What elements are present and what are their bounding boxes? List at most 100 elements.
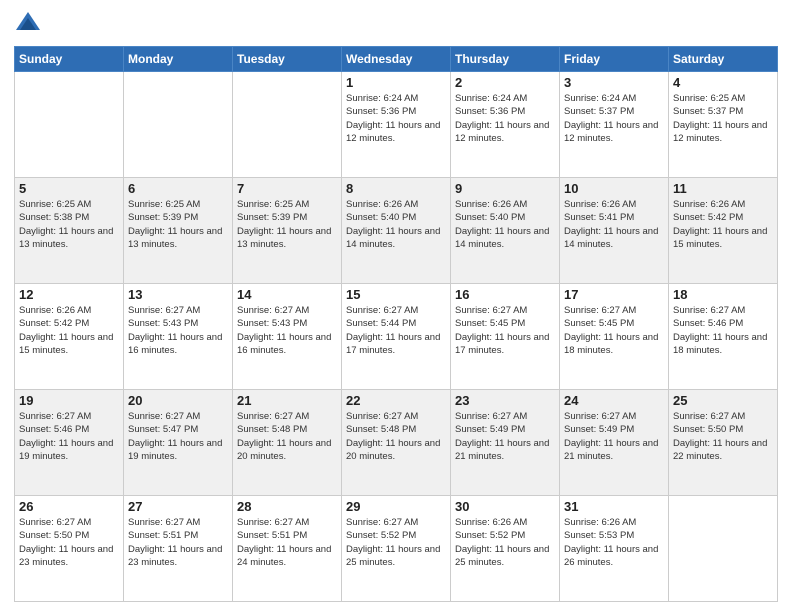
calendar-header-wednesday: Wednesday [342,47,451,72]
day-info: Sunrise: 6:24 AMSunset: 5:36 PMDaylight:… [346,92,446,145]
day-info: Sunrise: 6:26 AMSunset: 5:40 PMDaylight:… [346,198,446,251]
calendar-cell: 13 Sunrise: 6:27 AMSunset: 5:43 PMDayligh… [124,284,233,390]
calendar-cell: 21 Sunrise: 6:27 AMSunset: 5:48 PMDayligh… [233,390,342,496]
calendar-cell: 27Sunrise: 6:27 AMSunset: 5:51 PMDayligh… [124,496,233,602]
calendar-cell: 2 Sunrise: 6:24 AMSunset: 5:36 PMDaylight… [451,72,560,178]
day-number: 31 [564,499,664,514]
day-info: Sunrise: 6:25 AMSunset: 5:39 PMDaylight:… [237,198,337,251]
day-number: 7 [237,181,337,196]
day-number: 11 [673,181,773,196]
calendar-cell [669,496,778,602]
day-number: 17 [564,287,664,302]
day-info: Sunrise: 6:24 AMSunset: 5:36 PMDaylight:… [455,92,555,145]
calendar-cell [15,72,124,178]
calendar-cell: 22 Sunrise: 6:27 AMSunset: 5:48 PMDayligh… [342,390,451,496]
calendar-cell: 25 Sunrise: 6:27 AMSunset: 5:50 PMDayligh… [669,390,778,496]
header [14,10,778,38]
calendar-cell: 30Sunrise: 6:26 AMSunset: 5:52 PMDayligh… [451,496,560,602]
day-number: 24 [564,393,664,408]
calendar-cell: 28Sunrise: 6:27 AMSunset: 5:51 PMDayligh… [233,496,342,602]
calendar-cell: 24 Sunrise: 6:27 AMSunset: 5:49 PMDayligh… [560,390,669,496]
day-info: Sunrise: 6:27 AMSunset: 5:51 PMDaylight:… [128,516,228,569]
day-number: 15 [346,287,446,302]
day-number: 9 [455,181,555,196]
day-info: Sunrise: 6:27 AMSunset: 5:49 PMDaylight:… [564,410,664,463]
day-number: 25 [673,393,773,408]
calendar-cell: 1 Sunrise: 6:24 AMSunset: 5:36 PMDaylight… [342,72,451,178]
day-info: Sunrise: 6:27 AMSunset: 5:45 PMDaylight:… [455,304,555,357]
calendar-cell: 3 Sunrise: 6:24 AMSunset: 5:37 PMDaylight… [560,72,669,178]
calendar-week-row: 5 Sunrise: 6:25 AMSunset: 5:38 PMDaylight… [15,178,778,284]
day-info: Sunrise: 6:25 AMSunset: 5:38 PMDaylight:… [19,198,119,251]
day-info: Sunrise: 6:27 AMSunset: 5:43 PMDaylight:… [237,304,337,357]
calendar-header-tuesday: Tuesday [233,47,342,72]
day-info: Sunrise: 6:27 AMSunset: 5:48 PMDaylight:… [346,410,446,463]
day-info: Sunrise: 6:26 AMSunset: 5:41 PMDaylight:… [564,198,664,251]
day-info: Sunrise: 6:24 AMSunset: 5:37 PMDaylight:… [564,92,664,145]
calendar-cell: 14 Sunrise: 6:27 AMSunset: 5:43 PMDayligh… [233,284,342,390]
calendar-cell: 17 Sunrise: 6:27 AMSunset: 5:45 PMDayligh… [560,284,669,390]
calendar-header-monday: Monday [124,47,233,72]
calendar-week-row: 26Sunrise: 6:27 AMSunset: 5:50 PMDayligh… [15,496,778,602]
day-number: 20 [128,393,228,408]
day-info: Sunrise: 6:26 AMSunset: 5:53 PMDaylight:… [564,516,664,569]
calendar-cell: 31 Sunrise: 6:26 AMSunset: 5:53 PMDayligh… [560,496,669,602]
calendar-cell: 4 Sunrise: 6:25 AMSunset: 5:37 PMDaylight… [669,72,778,178]
day-number: 2 [455,75,555,90]
day-number: 5 [19,181,119,196]
day-info: Sunrise: 6:27 AMSunset: 5:52 PMDaylight:… [346,516,446,569]
day-info: Sunrise: 6:26 AMSunset: 5:42 PMDaylight:… [19,304,119,357]
calendar-cell: 20 Sunrise: 6:27 AMSunset: 5:47 PMDayligh… [124,390,233,496]
day-number: 26 [19,499,119,514]
calendar-cell: 10 Sunrise: 6:26 AMSunset: 5:41 PMDayligh… [560,178,669,284]
calendar-header-friday: Friday [560,47,669,72]
calendar-cell: 16 Sunrise: 6:27 AMSunset: 5:45 PMDayligh… [451,284,560,390]
calendar-cell: 19Sunrise: 6:27 AMSunset: 5:46 PMDayligh… [15,390,124,496]
day-number: 18 [673,287,773,302]
day-info: Sunrise: 6:25 AMSunset: 5:37 PMDaylight:… [673,92,773,145]
calendar-cell: 15 Sunrise: 6:27 AMSunset: 5:44 PMDayligh… [342,284,451,390]
day-number: 22 [346,393,446,408]
day-number: 16 [455,287,555,302]
calendar-header-saturday: Saturday [669,47,778,72]
day-info: Sunrise: 6:27 AMSunset: 5:47 PMDaylight:… [128,410,228,463]
day-number: 19 [19,393,119,408]
day-number: 4 [673,75,773,90]
day-number: 23 [455,393,555,408]
calendar-cell: 9 Sunrise: 6:26 AMSunset: 5:40 PMDaylight… [451,178,560,284]
day-info: Sunrise: 6:27 AMSunset: 5:45 PMDaylight:… [564,304,664,357]
calendar-week-row: 12 Sunrise: 6:26 AMSunset: 5:42 PMDayligh… [15,284,778,390]
logo [14,10,46,38]
day-number: 21 [237,393,337,408]
calendar-cell: 8 Sunrise: 6:26 AMSunset: 5:40 PMDaylight… [342,178,451,284]
calendar-cell [124,72,233,178]
calendar-cell: 5 Sunrise: 6:25 AMSunset: 5:38 PMDaylight… [15,178,124,284]
day-number: 30 [455,499,555,514]
day-info: Sunrise: 6:27 AMSunset: 5:48 PMDaylight:… [237,410,337,463]
day-info: Sunrise: 6:27 AMSunset: 5:44 PMDaylight:… [346,304,446,357]
calendar-week-row: 1 Sunrise: 6:24 AMSunset: 5:36 PMDaylight… [15,72,778,178]
day-number: 13 [128,287,228,302]
day-number: 10 [564,181,664,196]
day-number: 12 [19,287,119,302]
day-number: 3 [564,75,664,90]
day-info: Sunrise: 6:27 AMSunset: 5:50 PMDaylight:… [673,410,773,463]
calendar-cell: 7 Sunrise: 6:25 AMSunset: 5:39 PMDaylight… [233,178,342,284]
page: SundayMondayTuesdayWednesdayThursdayFrid… [0,0,792,612]
day-number: 8 [346,181,446,196]
day-number: 29 [346,499,446,514]
day-number: 14 [237,287,337,302]
calendar-header-thursday: Thursday [451,47,560,72]
day-number: 6 [128,181,228,196]
calendar-week-row: 19Sunrise: 6:27 AMSunset: 5:46 PMDayligh… [15,390,778,496]
logo-icon [14,10,42,38]
day-info: Sunrise: 6:27 AMSunset: 5:43 PMDaylight:… [128,304,228,357]
calendar-cell [233,72,342,178]
day-info: Sunrise: 6:27 AMSunset: 5:49 PMDaylight:… [455,410,555,463]
day-number: 1 [346,75,446,90]
calendar-cell: 18Sunrise: 6:27 AMSunset: 5:46 PMDayligh… [669,284,778,390]
calendar-cell: 11 Sunrise: 6:26 AMSunset: 5:42 PMDayligh… [669,178,778,284]
day-info: Sunrise: 6:26 AMSunset: 5:42 PMDaylight:… [673,198,773,251]
calendar-header-row: SundayMondayTuesdayWednesdayThursdayFrid… [15,47,778,72]
day-info: Sunrise: 6:26 AMSunset: 5:40 PMDaylight:… [455,198,555,251]
